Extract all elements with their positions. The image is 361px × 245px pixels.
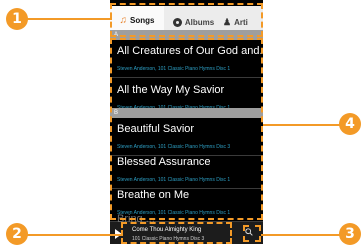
callout-line (27, 234, 122, 236)
callout-box-search (243, 225, 261, 242)
callout-box-now-playing (121, 222, 232, 244)
callout-box-list (110, 38, 263, 220)
callout-box-tabs (110, 3, 263, 37)
callout-badge-3: 3 (339, 223, 361, 245)
callout-badge-1: 1 (6, 8, 28, 30)
callout-badge-4: 4 (339, 113, 361, 135)
callout-line (27, 18, 112, 20)
callout-badge-2: 2 (6, 223, 28, 245)
callout-line (263, 124, 341, 126)
callout-line (261, 234, 343, 236)
